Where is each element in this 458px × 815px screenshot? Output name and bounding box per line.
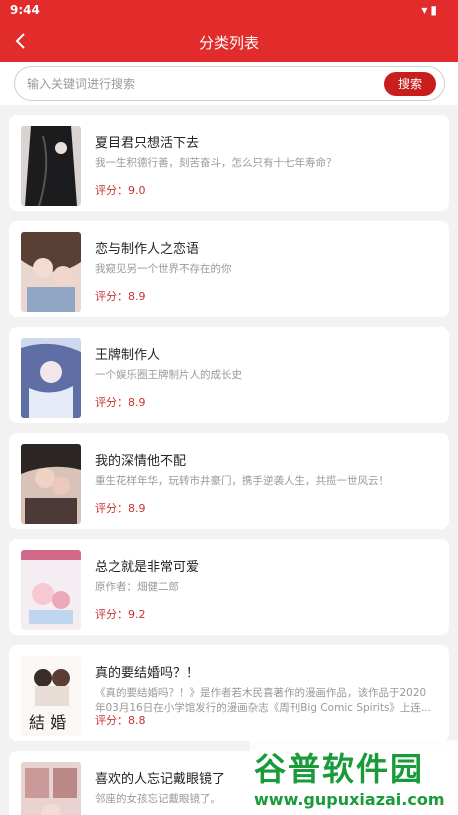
item-title: 夏目君只想活下去	[95, 136, 200, 151]
search-bar: 搜索	[0, 62, 458, 105]
list-item[interactable]: 結 婚 真的要结婚吗？！ 《真的要结婚吗？！》是作者若木民喜著作的漫画作品，该作…	[9, 645, 449, 741]
item-desc: 原作者：畑健二郎	[95, 581, 179, 593]
item-desc: 我一生积德行善，刻苦奋斗，怎么只有十七年寿命？	[95, 157, 337, 169]
item-desc: 《真的要结婚吗？！》是作者若木民喜著作的漫画作品，该作品于2020年03月16日…	[95, 687, 431, 714]
search-button[interactable]: 搜索	[384, 72, 436, 96]
list-item[interactable]: 夏目君只想活下去 我一生积德行善，刻苦奋斗，怎么只有十七年寿命？ 评分：9.0	[9, 115, 449, 211]
app-header: 9:44 ▾▮ 分类列表	[0, 0, 458, 62]
cover-image	[21, 338, 81, 418]
item-score: 评分：8.8	[95, 714, 146, 727]
item-score: 评分：9.0	[95, 184, 146, 197]
item-desc: 我窥见另一个世界不存在的你	[95, 263, 232, 275]
cover-image	[21, 444, 81, 524]
item-title: 王牌制作人	[95, 348, 161, 363]
search-box: 搜索	[14, 66, 445, 101]
item-title: 喜欢的人忘记戴眼镜了	[95, 772, 226, 787]
watermark-brand: 谷普软件园	[254, 750, 425, 788]
item-score: 评分：8.9	[95, 290, 146, 303]
item-title: 我的深情他不配	[95, 454, 187, 469]
status-icons: ▾▮	[421, 3, 440, 17]
item-score: 评分：9.2	[95, 608, 146, 621]
cover-image: 結 婚	[21, 656, 81, 736]
list-item[interactable]: 恋与制作人之恋语 我窥见另一个世界不存在的你 评分：8.9	[9, 221, 449, 317]
status-time: 9:44	[10, 3, 40, 17]
watermark: 谷普软件园 www.gupuxiazai.com	[250, 740, 458, 815]
search-input[interactable]	[27, 73, 367, 95]
svg-text:結 婚: 結 婚	[29, 713, 66, 732]
list-item[interactable]: 王牌制作人 一个娱乐圈王牌制片人的成长史 评分：8.9	[9, 327, 449, 423]
item-desc: 重生花样年华，玩转市井豪门，携手逆袭人生，共揽一世风云！	[95, 475, 389, 487]
cover-image	[21, 126, 81, 206]
item-score: 评分：8.9	[95, 396, 146, 409]
cover-image	[21, 762, 81, 815]
item-title: 总之就是非常可爱	[95, 560, 200, 575]
item-title: 恋与制作人之恋语	[95, 242, 200, 257]
list-item[interactable]: 我的深情他不配 重生花样年华，玩转市井豪门，携手逆袭人生，共揽一世风云！ 评分：…	[9, 433, 449, 529]
page-title: 分类列表	[198, 34, 259, 52]
watermark-url: www.gupuxiazai.com	[254, 790, 445, 809]
item-score: 评分：8.9	[95, 502, 146, 515]
cover-image	[21, 550, 81, 630]
cover-image	[21, 232, 81, 312]
item-title: 真的要结婚吗？！	[95, 666, 200, 681]
list-item[interactable]: 总之就是非常可爱 原作者：畑健二郎 评分：9.2	[9, 539, 449, 635]
item-desc: 一个娱乐圈王牌制片人的成长史	[95, 369, 242, 381]
